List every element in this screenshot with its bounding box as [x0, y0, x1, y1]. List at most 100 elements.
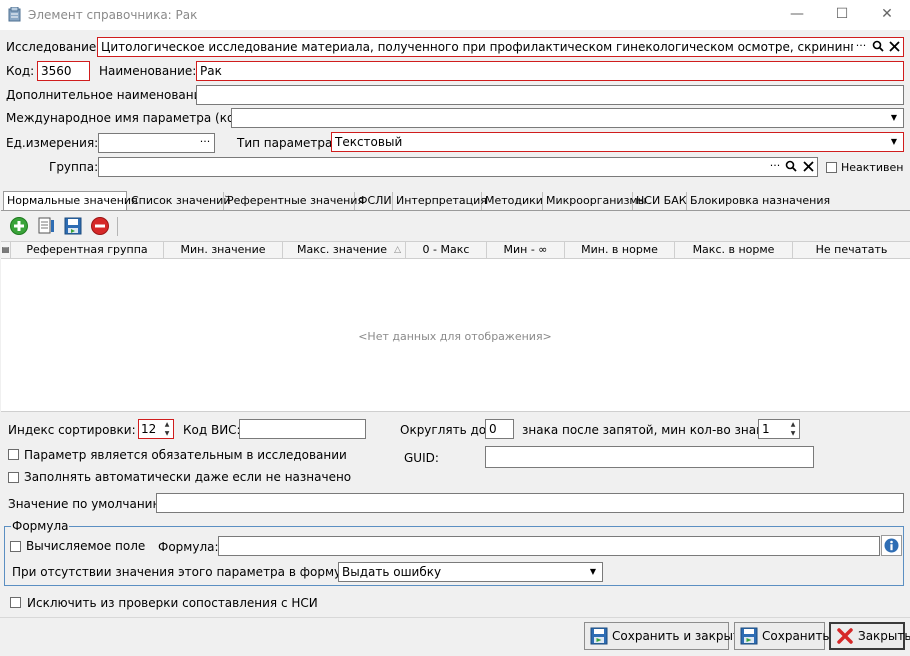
minus-circle-icon: [91, 217, 109, 235]
tab-nsi-bak[interactable]: НСИ БАК: [633, 192, 687, 210]
tab-methods[interactable]: Методики: [482, 192, 543, 210]
missing-value-selected: Выдать ошибку: [342, 565, 442, 579]
col-reference-group[interactable]: Референтная группа: [11, 242, 164, 258]
study-field[interactable]: Цитологическое исследование материала, п…: [97, 37, 904, 57]
vis-code-field[interactable]: [239, 419, 366, 439]
name-field[interactable]: Рак: [196, 61, 904, 81]
sort-indicator-icon: △: [394, 245, 401, 255]
tab-normal-values[interactable]: Нормальные значения: [3, 191, 138, 211]
col-max-normal[interactable]: Макс. в норме: [675, 242, 793, 258]
name-label: Наименование:: [99, 64, 197, 78]
window-title: Элемент справочника: Рак: [28, 8, 198, 22]
close-window-button[interactable]: ✕: [865, 4, 909, 24]
autofill-label: Заполнять автоматически даже если не наз…: [24, 470, 352, 484]
unit-label: Ед.измерения:: [6, 136, 99, 150]
formula-group-title: Формула: [11, 519, 70, 533]
close-button[interactable]: Закрыть: [829, 622, 910, 650]
study-browse-button[interactable]: ···: [853, 38, 869, 54]
param-type-dropdown[interactable]: Текстовый ▼: [331, 132, 904, 152]
tab-fsli[interactable]: ФСЛИ: [355, 192, 393, 210]
save-icon: [64, 217, 82, 235]
spin-down-icon[interactable]: ▼: [161, 429, 173, 438]
grid-empty-message: <Нет данных для отображения>: [358, 330, 552, 343]
intl-name-label: Международное имя параметра (код):: [6, 111, 252, 125]
chevron-down-icon[interactable]: ▼: [887, 133, 901, 151]
param-type-label: Тип параметра:: [237, 136, 337, 150]
save-and-close-button[interactable]: Сохранить и закрыть: [584, 622, 747, 650]
group-clear-icon[interactable]: [800, 158, 816, 174]
guid-label: GUID:: [404, 451, 439, 465]
save-row-button[interactable]: [63, 216, 83, 236]
close-icon: [836, 627, 854, 645]
maximize-button[interactable]: ☐: [820, 4, 864, 24]
mandatory-label: Параметр является обязательным в исследо…: [24, 448, 347, 462]
grid-row-indicator[interactable]: ▤: [1, 242, 11, 258]
col-no-print[interactable]: Не печатать: [793, 242, 910, 258]
mandatory-checkbox[interactable]: [8, 449, 19, 460]
formula-field[interactable]: [218, 536, 880, 556]
computed-checkbox[interactable]: [10, 541, 21, 552]
tab-block-assignment[interactable]: Блокировка назначения: [687, 192, 830, 210]
vis-code-label: Код ВИС:: [183, 423, 241, 437]
round-label: Округлять до: [400, 423, 487, 437]
minimize-button[interactable]: —: [775, 4, 819, 24]
col-min-normal[interactable]: Мин. в норме: [565, 242, 675, 258]
guid-field[interactable]: [485, 446, 814, 468]
chevron-down-icon[interactable]: ▼: [586, 563, 600, 581]
study-clear-icon[interactable]: [886, 38, 902, 54]
decimals-spinner[interactable]: 1 ▲ ▼: [758, 419, 800, 439]
grid-header: ▤ Референтная группа Мин. значение Макс.…: [1, 241, 910, 259]
study-value: Цитологическое исследование материала, п…: [101, 40, 864, 54]
formula-label: Формула:: [158, 540, 219, 554]
round-field[interactable]: 0: [485, 419, 514, 439]
tab-reference-values[interactable]: Референтные значения: [224, 192, 364, 210]
group-browse-button[interactable]: ···: [767, 158, 783, 174]
code-field[interactable]: 3560: [37, 61, 90, 81]
add-row-button[interactable]: [9, 216, 29, 236]
group-field[interactable]: [98, 157, 818, 177]
tab-interpretation[interactable]: Интерпретация: [393, 192, 487, 210]
unit-browse-button[interactable]: ···: [197, 134, 213, 150]
info-icon[interactable]: [881, 535, 902, 556]
footer-divider: [0, 617, 910, 618]
spin-up-icon[interactable]: ▲: [787, 420, 799, 429]
app-icon: [8, 6, 21, 22]
sort-index-label: Индекс сортировки:: [8, 423, 136, 437]
col-min-value[interactable]: Мин. значение: [164, 242, 283, 258]
toolbar-separator: [117, 217, 118, 236]
plus-circle-icon: [10, 217, 28, 235]
inactive-checkbox[interactable]: [826, 162, 837, 173]
study-label: Исследование:: [6, 40, 101, 54]
sort-index-spinner[interactable]: 12 ▲ ▼: [138, 419, 174, 439]
extra-name-label: Дополнительное наименование:: [6, 88, 213, 102]
inactive-label: Неактивен: [841, 161, 904, 174]
title-bar: Элемент справочника: Рак — ☐ ✕: [0, 0, 910, 30]
spin-down-icon[interactable]: ▼: [787, 429, 799, 438]
edit-row-button[interactable]: [36, 216, 56, 236]
group-label: Группа:: [49, 160, 99, 174]
tab-value-list[interactable]: Список значений: [128, 192, 230, 210]
intl-name-dropdown[interactable]: ▼: [231, 108, 904, 128]
col-max-value[interactable]: Макс. значение △: [283, 242, 406, 258]
chevron-down-icon[interactable]: ▼: [887, 109, 901, 127]
group-search-icon[interactable]: [783, 158, 799, 174]
document-edit-icon: [38, 217, 54, 234]
name-value: Рак: [200, 64, 222, 78]
tab-panel-border: [1, 210, 910, 211]
computed-label: Вычисляемое поле: [26, 539, 146, 553]
delete-row-button[interactable]: [90, 216, 110, 236]
save-button[interactable]: Сохранить: [734, 622, 830, 650]
spin-up-icon[interactable]: ▲: [161, 420, 173, 429]
default-value-field[interactable]: [156, 493, 904, 513]
save-icon: [740, 627, 758, 645]
missing-value-dropdown[interactable]: Выдать ошибку ▼: [338, 562, 603, 582]
col-min-infinity[interactable]: Мин - ∞: [487, 242, 565, 258]
exclude-nsi-label: Исключить из проверки сопоставления с НС…: [27, 596, 318, 610]
extra-name-field[interactable]: [196, 85, 904, 105]
study-search-icon[interactable]: [870, 38, 886, 54]
default-value-label: Значение по умолчанию:: [8, 497, 167, 511]
tab-microorganisms[interactable]: Микроорганизмы: [543, 192, 646, 210]
col-zero-max[interactable]: 0 - Макс: [406, 242, 487, 258]
autofill-checkbox[interactable]: [8, 472, 19, 483]
exclude-nsi-checkbox[interactable]: [10, 597, 21, 608]
